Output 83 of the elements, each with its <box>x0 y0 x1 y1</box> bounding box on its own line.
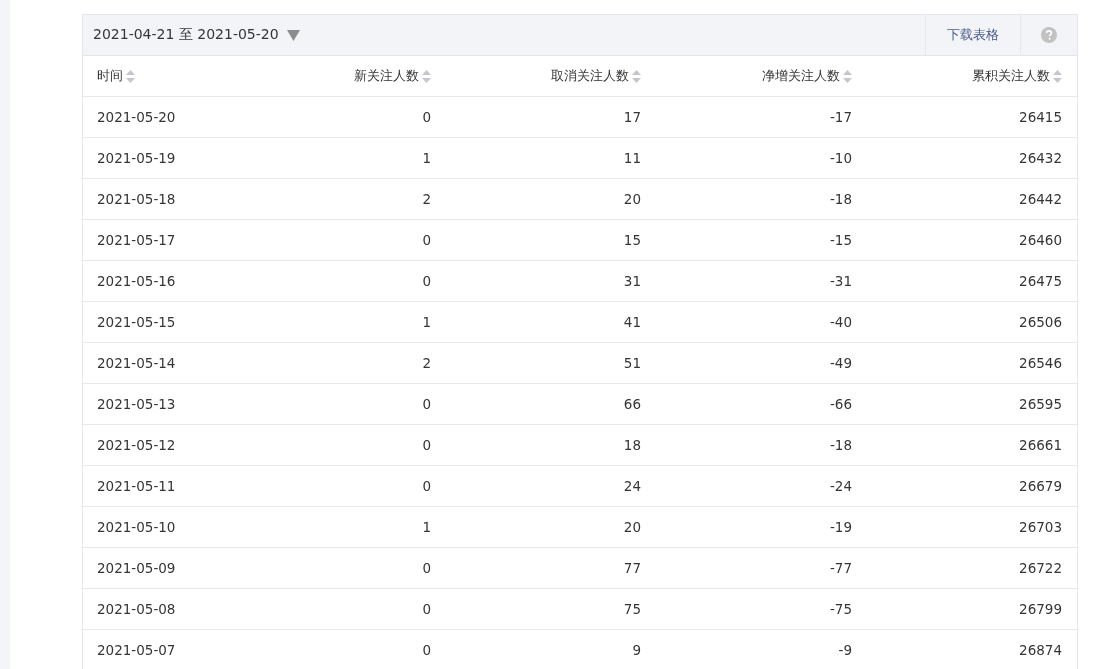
table-cell: -31 <box>656 260 867 302</box>
table-cell: 26595 <box>867 383 1077 425</box>
table-cell: 2021-05-10 <box>83 506 246 548</box>
table-cell: 26475 <box>867 260 1077 302</box>
table-cell: 2021-05-19 <box>83 137 246 179</box>
table-cell: -40 <box>656 301 867 343</box>
table-cell: 26661 <box>867 424 1077 466</box>
table-cell: -24 <box>656 465 867 507</box>
table-cell: 18 <box>446 424 656 466</box>
table-cell: 2021-05-14 <box>83 342 246 384</box>
table-cell: 26546 <box>867 342 1077 384</box>
table-cell: -10 <box>656 137 867 179</box>
table-cell: 0 <box>246 219 446 261</box>
table-cell: -75 <box>656 588 867 630</box>
sort-icon[interactable] <box>843 69 852 83</box>
table-cell: 26506 <box>867 301 1077 343</box>
sort-icon[interactable] <box>632 69 641 83</box>
table-cell: 0 <box>246 383 446 425</box>
table-cell: -66 <box>656 383 867 425</box>
table-cell: -17 <box>656 96 867 138</box>
help-icon <box>1041 27 1057 43</box>
table-cell: 41 <box>446 301 656 343</box>
table-cell: 75 <box>446 588 656 630</box>
table-cell: 26432 <box>867 137 1077 179</box>
table-cell: 77 <box>446 547 656 589</box>
table-cell: 2021-05-07 <box>83 629 246 669</box>
table-cell: 26679 <box>867 465 1077 507</box>
column-header[interactable]: 新关注人数 <box>354 67 419 85</box>
table-cell: 2021-05-17 <box>83 219 246 261</box>
table-cell: 2021-05-15 <box>83 301 246 343</box>
column-header[interactable]: 时间 <box>97 67 123 85</box>
table-cell: 11 <box>446 137 656 179</box>
table-cell: 1 <box>246 301 446 343</box>
table-cell: -18 <box>656 424 867 466</box>
sort-icon[interactable] <box>126 69 135 83</box>
table-cell: -49 <box>656 342 867 384</box>
sort-icon[interactable] <box>422 69 431 83</box>
table-cell: 26722 <box>867 547 1077 589</box>
table-cell: 0 <box>246 629 446 669</box>
table-cell: 1 <box>246 137 446 179</box>
table-cell: 31 <box>446 260 656 302</box>
table-cell: -9 <box>656 629 867 669</box>
table-cell: 2021-05-16 <box>83 260 246 302</box>
table-cell: 2021-05-11 <box>83 465 246 507</box>
table-cell: 26874 <box>867 629 1077 669</box>
table-cell: 66 <box>446 383 656 425</box>
table-cell: 24 <box>446 465 656 507</box>
table-cell: 26703 <box>867 506 1077 548</box>
sort-icon[interactable] <box>1053 69 1062 83</box>
table-cell: 20 <box>446 178 656 220</box>
column-header[interactable]: 净增关注人数 <box>762 67 840 85</box>
table-cell: 26415 <box>867 96 1077 138</box>
table-cell: 1 <box>246 506 446 548</box>
table-cell: 2021-05-12 <box>83 424 246 466</box>
table-cell: 2021-05-18 <box>83 178 246 220</box>
dropdown-caret-icon[interactable] <box>286 29 300 41</box>
table-cell: 0 <box>246 424 446 466</box>
table-cell: 0 <box>246 260 446 302</box>
table-cell: 0 <box>246 547 446 589</box>
table-cell: 2 <box>246 342 446 384</box>
table-cell: 0 <box>246 96 446 138</box>
column-header[interactable]: 取消关注人数 <box>551 67 629 85</box>
table-cell: 20 <box>446 506 656 548</box>
table-cell: 9 <box>446 629 656 669</box>
table-cell: 26799 <box>867 588 1077 630</box>
table-cell: 2021-05-09 <box>83 547 246 589</box>
table-cell: 51 <box>446 342 656 384</box>
table-cell: 2021-05-20 <box>83 96 246 138</box>
table-cell: -19 <box>656 506 867 548</box>
column-header[interactable]: 累积关注人数 <box>972 67 1050 85</box>
table-cell: -15 <box>656 219 867 261</box>
table-cell: 26460 <box>867 219 1077 261</box>
table-cell: 2 <box>246 178 446 220</box>
table-cell: -18 <box>656 178 867 220</box>
table-cell: 2021-05-08 <box>83 588 246 630</box>
date-range[interactable]: 2021-04-21 至 2021-05-20 <box>93 26 279 44</box>
table-cell: 15 <box>446 219 656 261</box>
table-cell: 0 <box>246 465 446 507</box>
table-cell: 0 <box>246 588 446 630</box>
table-cell: -77 <box>656 547 867 589</box>
table-cell: 17 <box>446 96 656 138</box>
table-cell: 26442 <box>867 178 1077 220</box>
table-cell: 2021-05-13 <box>83 383 246 425</box>
